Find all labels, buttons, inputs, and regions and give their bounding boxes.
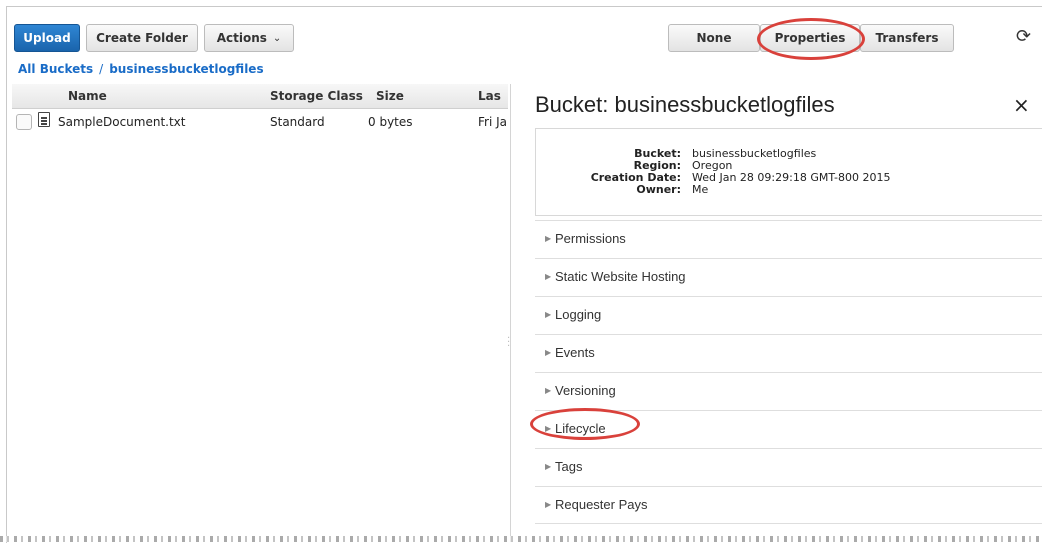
view-transfers-button[interactable]: Transfers xyxy=(860,24,954,52)
section-static-website-hosting[interactable]: ▶ Static Website Hosting xyxy=(535,258,1042,295)
expand-icon: ▶ xyxy=(545,462,552,471)
owner-value: Me xyxy=(692,183,709,196)
properties-panel: Bucket: businessbucketlogfiles × Bucket:… xyxy=(513,84,1042,542)
bucket-info-box: Bucket: businessbucketlogfiles Region: O… xyxy=(535,128,1042,216)
panel-title: Bucket: businessbucketlogfiles xyxy=(535,92,835,117)
column-size[interactable]: Size xyxy=(376,89,404,103)
section-permissions[interactable]: ▶ Permissions xyxy=(535,220,1042,257)
breadcrumb-separator: / xyxy=(99,62,104,76)
breadcrumb: All Buckets / businessbucketlogfiles xyxy=(18,62,264,76)
breadcrumb-bucket[interactable]: businessbucketlogfiles xyxy=(109,62,263,76)
file-storage-class: Standard xyxy=(270,115,325,129)
file-last-modified: Fri Ja xyxy=(478,115,508,129)
breadcrumb-all-buckets[interactable]: All Buckets xyxy=(18,62,93,76)
view-none-button[interactable]: None xyxy=(668,24,760,52)
close-icon[interactable]: × xyxy=(1013,93,1030,117)
bottom-edge xyxy=(0,536,1042,542)
table-row[interactable]: SampleDocument.txt Standard 0 bytes Fri … xyxy=(12,110,508,136)
section-events[interactable]: ▶ Events xyxy=(535,334,1042,371)
section-label: Permissions xyxy=(555,231,626,246)
section-label: Versioning xyxy=(555,383,616,398)
section-tags[interactable]: ▶ Tags xyxy=(535,448,1042,485)
expand-icon: ▶ xyxy=(545,348,552,357)
section-versioning[interactable]: ▶ Versioning xyxy=(535,372,1042,409)
section-label: Requester Pays xyxy=(555,497,648,512)
file-size: 0 bytes xyxy=(368,115,413,129)
upload-button[interactable]: Upload xyxy=(14,24,80,52)
expand-icon: ▶ xyxy=(545,386,552,395)
document-icon xyxy=(38,112,50,127)
refresh-icon[interactable]: ⟳ xyxy=(1016,26,1031,47)
expand-icon: ▶ xyxy=(545,234,552,243)
expand-icon: ▶ xyxy=(545,310,552,319)
section-logging[interactable]: ▶ Logging xyxy=(535,296,1042,333)
actions-label: Actions xyxy=(216,31,267,45)
create-folder-button[interactable]: Create Folder xyxy=(86,24,198,52)
section-label: Events xyxy=(555,345,595,360)
section-label: Static Website Hosting xyxy=(555,269,686,284)
table-header: Name Storage Class Size Las xyxy=(12,84,508,109)
owner-label: Owner: xyxy=(636,183,681,196)
creation-date-value: Wed Jan 28 09:29:18 GMT-800 2015 xyxy=(692,171,891,184)
properties-highlight-circle xyxy=(757,18,865,60)
column-storage-class[interactable]: Storage Class xyxy=(270,89,363,103)
pane-splitter[interactable] xyxy=(510,84,511,542)
column-name[interactable]: Name xyxy=(68,89,107,103)
expand-icon: ▶ xyxy=(545,272,552,281)
file-name[interactable]: SampleDocument.txt xyxy=(58,115,186,129)
section-label: Logging xyxy=(555,307,602,322)
expand-icon: ▶ xyxy=(545,500,552,509)
row-checkbox[interactable] xyxy=(16,114,32,130)
actions-dropdown[interactable]: Actions ⌄ xyxy=(204,24,294,52)
section-requester-pays[interactable]: ▶ Requester Pays xyxy=(535,486,1042,524)
lifecycle-highlight-circle xyxy=(530,408,640,440)
chevron-down-icon: ⌄ xyxy=(272,32,282,44)
section-label: Tags xyxy=(555,459,583,474)
column-last-modified[interactable]: Las xyxy=(478,89,501,103)
